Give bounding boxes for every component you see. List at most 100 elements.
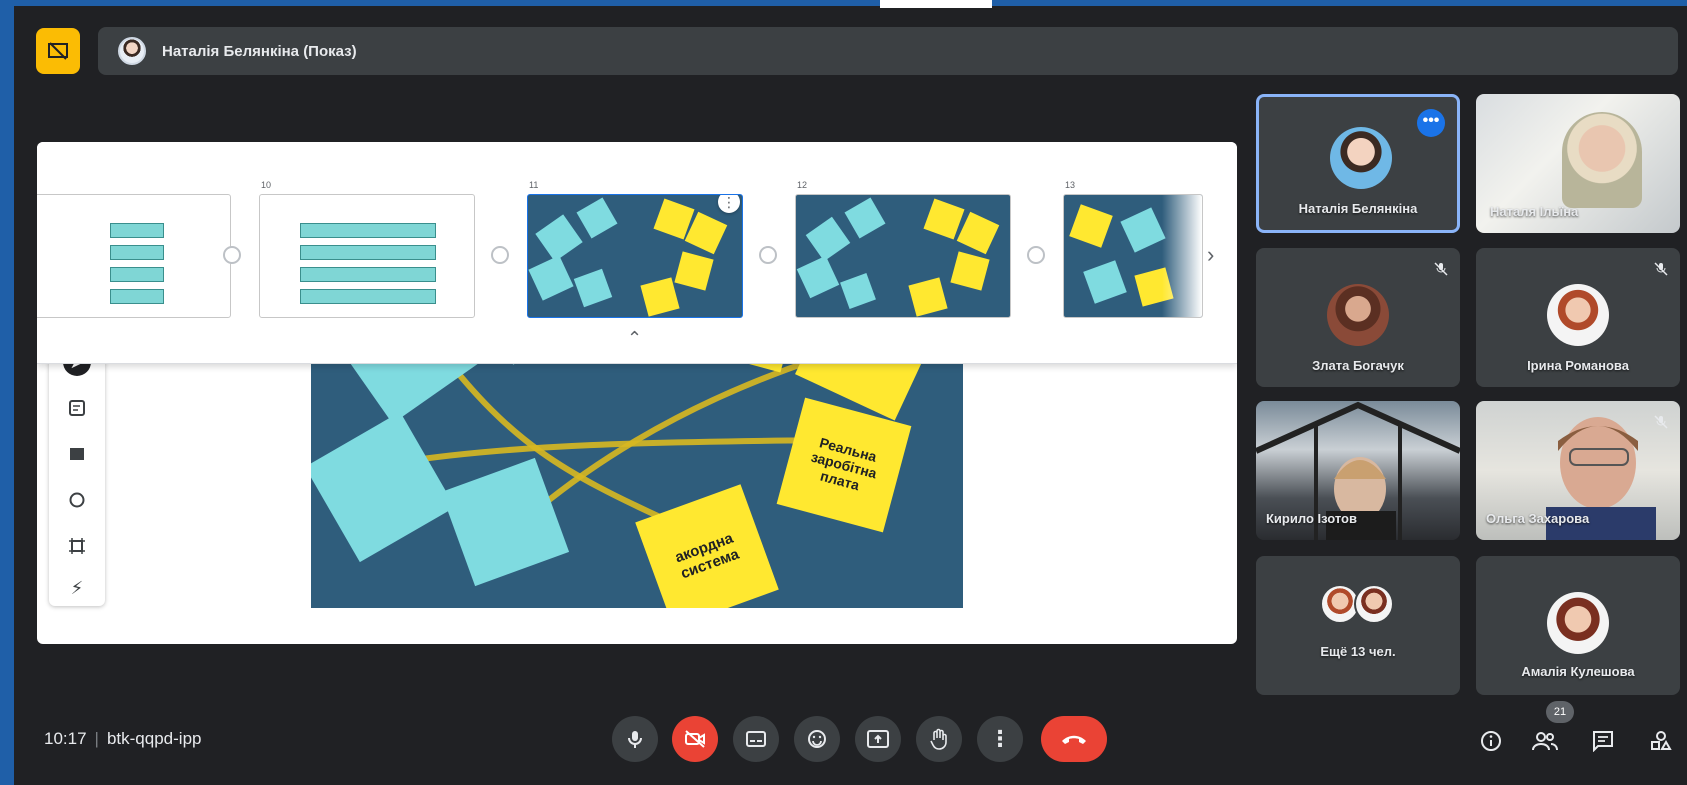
captions-icon [746,731,766,747]
meeting-info: 10:17 | btk-qqpd-ipp [44,729,201,749]
slide-thumbnail-selected[interactable]: ⋮ [527,194,743,318]
avatar [1547,284,1609,346]
present-screen-icon [48,42,68,60]
participant-tile[interactable]: Наталя Ільїна [1476,94,1680,233]
sticky-note [573,268,613,308]
participant-name: Ірина Романова [1527,358,1629,373]
video-feed [1562,112,1642,208]
participant-tile[interactable]: Ольга Захарова [1476,401,1680,540]
collapse-filmstrip-icon[interactable]: ⌃ [627,328,642,349]
fade-edge [1162,195,1202,317]
slide-bar [110,223,164,238]
camera-off-icon [685,730,705,748]
participant-tile[interactable]: Амалія Кулешова [1476,556,1680,695]
frame-tool-icon[interactable] [63,532,91,560]
participant-name: Кирило Ізотов [1266,511,1357,526]
sticky-note [908,277,948,317]
shared-screen: ‹ › 10 11 ⋮ [37,142,1237,644]
divider: | [94,729,99,748]
participant-tile[interactable]: Ірина Романова [1476,248,1680,387]
presenter-banner[interactable]: Наталія Белянкіна (Показ) [98,27,1678,75]
slide-thumbnail[interactable] [795,194,1011,318]
sticky-note [674,251,714,291]
camera-button[interactable] [672,716,718,762]
participant-name: Амалія Кулешова [1521,664,1635,679]
more-participants-tile[interactable]: Ещё 13 чел. [1256,556,1460,695]
participant-tile-active[interactable]: ••• Наталія Белянкіна [1256,94,1460,233]
chat-icon[interactable] [1588,726,1618,756]
more-options-button[interactable]: ⋮ [977,716,1023,762]
slide-bar [300,245,436,260]
present-now-button[interactable] [855,716,901,762]
avatar [1547,592,1609,654]
stop-presenting-button[interactable] [36,28,80,74]
participant-name: Злата Богачук [1312,358,1404,373]
sticky-note [1069,204,1113,248]
slide-number: 12 [797,180,808,190]
slide-bar [110,289,164,304]
slide-filmstrip: ‹ › 10 11 ⋮ [37,142,1237,364]
participant-tile[interactable]: Злата Богачук [1256,248,1460,387]
avatar [1327,284,1389,346]
sticky-note [796,255,840,299]
sticky-note [1083,260,1127,304]
reactions-button[interactable] [794,716,840,762]
sticky-note [956,211,1000,255]
sticky-note-tool-icon[interactable] [63,394,91,422]
emoji-icon [808,730,826,748]
sticky-note [844,197,886,239]
microphone-button[interactable] [612,716,658,762]
avatar [1330,127,1392,189]
sticky-note [576,197,618,239]
whiteboard-canvas[interactable]: Реальна заробітна плата акордна система [311,322,963,608]
sticky-note [640,277,680,317]
meeting-time: 10:17 [44,729,87,748]
slide-options-icon[interactable]: ⋮ [718,195,740,213]
add-slide-dot[interactable] [223,246,241,264]
slide-number: 10 [261,180,272,190]
add-slide-dot[interactable] [759,246,777,264]
add-slide-dot[interactable] [1027,246,1045,264]
slide-thumbnail[interactable] [37,194,231,318]
shape-tool-icon[interactable] [63,486,91,514]
present-icon [867,730,889,748]
participant-name: Наталя Ільїна [1490,204,1579,219]
presenter-avatar [118,37,146,65]
captions-button[interactable] [733,716,779,762]
image-tool-icon[interactable] [63,440,91,468]
slide-bar [300,289,436,304]
more-options-icon[interactable]: ••• [1417,109,1445,137]
more-participants-label: Ещё 13 чел. [1320,644,1396,659]
participant-name: Ольга Захарова [1486,511,1590,526]
slide-bar [300,223,436,238]
window-notch [880,0,992,8]
leave-call-button[interactable] [1041,716,1107,762]
slide-number: 13 [1065,180,1076,190]
avatar [1354,584,1394,624]
presenter-name: Наталія Белянкіна (Показ) [162,42,357,60]
people-icon[interactable] [1530,726,1560,756]
laser-tool-icon[interactable]: ⚡ [63,574,91,602]
participant-tile[interactable]: Кирило Ізотов [1256,401,1460,540]
sticky-note [805,216,851,262]
sticky-note-text: Реальна заробітна плата [809,434,879,494]
meeting-details-icon[interactable] [1476,726,1506,756]
muted-mic-icon [1434,262,1448,279]
slide-thumbnail[interactable] [259,194,475,318]
participant-count-badge: 21 [1546,701,1574,723]
slide-number: 11 [529,180,539,190]
participant-name: Наталія Белянкіна [1298,201,1418,216]
sticky-note-text: акордна система [672,529,742,583]
activities-icon[interactable] [1646,726,1676,756]
raise-hand-button[interactable] [916,716,962,762]
add-slide-dot[interactable] [491,246,509,264]
more-vert-icon: ⋮ [989,726,1011,751]
slide-bar [110,267,164,282]
sticky-note [840,273,876,309]
sticky-note [950,251,990,291]
slide-thumbnail[interactable] [1063,194,1203,318]
sticky-note [1120,207,1166,253]
next-slides-arrow-icon[interactable]: › [1207,242,1214,268]
mic-icon [628,731,642,748]
muted-mic-icon [1654,262,1668,279]
